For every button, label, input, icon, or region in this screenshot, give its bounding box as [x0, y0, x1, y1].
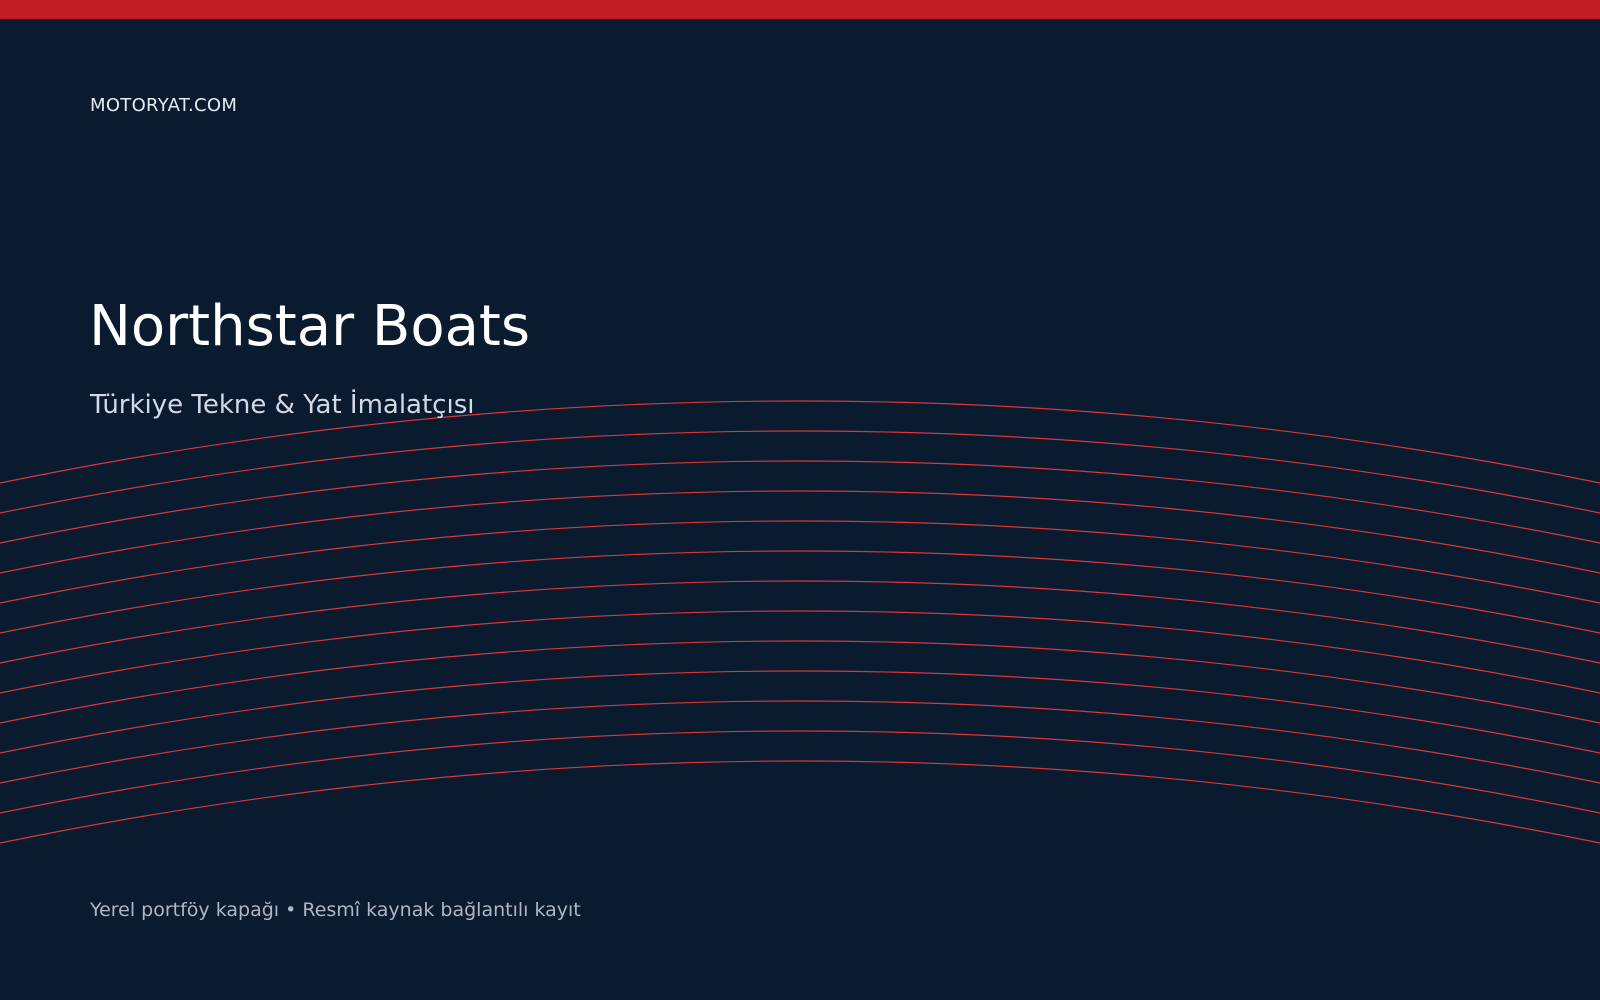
wave-lines-decoration — [0, 400, 1600, 844]
page-title: Northstar Boats — [89, 294, 531, 359]
site-brand: MOTORYAT.COM — [90, 95, 238, 116]
footer-note: Yerel portföy kapağı • Resmî kaynak bağl… — [90, 899, 581, 921]
wave-line — [0, 760, 1600, 844]
page-subtitle: Türkiye Tekne & Yat İmalatçısı — [90, 390, 475, 420]
cover-page: MOTORYAT.COM Northstar Boats Türkiye Tek… — [0, 0, 1600, 1000]
